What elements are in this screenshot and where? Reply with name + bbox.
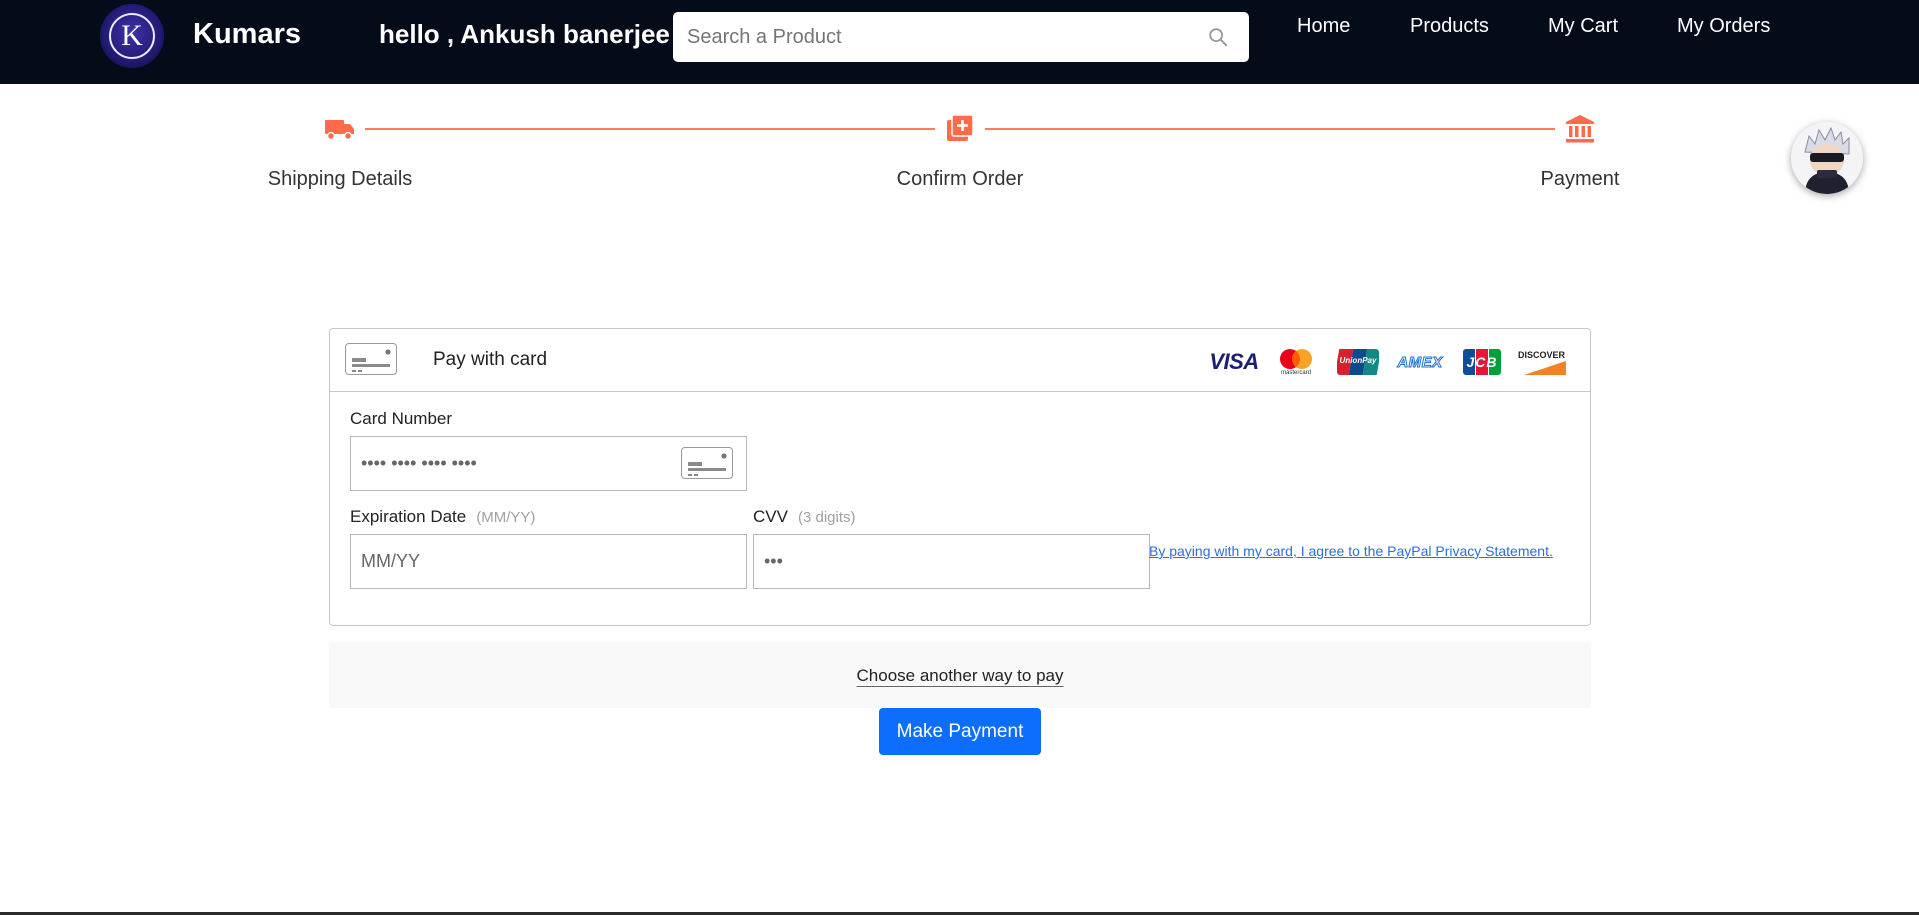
user-avatar[interactable] (1791, 122, 1863, 194)
mastercard-logo: mastercard (1270, 348, 1322, 376)
cvv-hint: (3 digits) (797, 509, 856, 526)
card-form-header: Pay with card VISA mastercard UnionPay A… (330, 329, 1590, 392)
expiration-date-field (350, 534, 747, 589)
search-icon[interactable] (1207, 26, 1229, 48)
visa-logo: VISA (1209, 349, 1259, 374)
step-payment: Payment (1540, 168, 1620, 190)
card-brand-logos: VISA mastercard UnionPay AMEX JCB DISCOV… (1208, 348, 1570, 376)
step-confirm-order: Confirm Order (896, 168, 1024, 190)
bank-icon (1566, 115, 1594, 143)
choose-another-way-link[interactable]: Choose another way to pay (856, 666, 1064, 687)
user-greeting: hello , Ankush banerjee (379, 19, 670, 49)
jcb-logo: JCB (1456, 348, 1508, 376)
cvv-input[interactable] (754, 535, 1149, 588)
card-payment-form: Pay with card VISA mastercard UnionPay A… (329, 328, 1591, 626)
credit-card-icon (681, 447, 733, 479)
brand-name[interactable]: Kumars (193, 18, 301, 51)
paypal-privacy-link[interactable]: By paying with my card, I agree to the P… (1149, 543, 1553, 559)
card-number-field (350, 436, 747, 491)
expiration-date-input[interactable] (351, 535, 746, 588)
avatar-image (1791, 122, 1863, 194)
discover-logo: DISCOVER (1518, 348, 1570, 376)
expiration-date-hint: (MM/YY) (476, 509, 536, 526)
search-bar (673, 12, 1249, 62)
brand-logo[interactable]: K (100, 4, 164, 68)
step-connector (985, 128, 1555, 130)
nav-my-cart[interactable]: My Cart (1548, 15, 1618, 38)
logo-letter: K (109, 13, 155, 59)
step-connector (365, 128, 935, 130)
cvv-label: CVV (3 digits) (753, 507, 856, 527)
expiration-date-label: Expiration Date (MM/YY) (350, 507, 535, 527)
alternative-payment-bar: Choose another way to pay (329, 642, 1591, 708)
top-navbar: K Kumars hello , Ankush banerjee Home Pr… (0, 0, 1919, 84)
truck-icon (325, 120, 354, 141)
amex-logo: AMEX (1397, 353, 1443, 371)
unionpay-logo: UnionPay (1332, 348, 1384, 376)
step-shipping-details: Shipping Details (267, 168, 413, 190)
expiration-date-label-text: Expiration Date (350, 507, 467, 526)
nav-my-orders[interactable]: My Orders (1677, 15, 1770, 38)
make-payment-button[interactable]: Make Payment (879, 708, 1041, 755)
cvv-field (753, 534, 1150, 589)
pay-with-card-title: Pay with card (433, 349, 548, 370)
nav-products[interactable]: Products (1410, 15, 1489, 38)
search-input[interactable] (673, 17, 1173, 57)
credit-card-icon (345, 343, 397, 375)
nav-home[interactable]: Home (1297, 15, 1350, 38)
cvv-label-text: CVV (753, 507, 788, 526)
add-box-icon (947, 114, 974, 141)
card-number-label: Card Number (350, 409, 453, 428)
